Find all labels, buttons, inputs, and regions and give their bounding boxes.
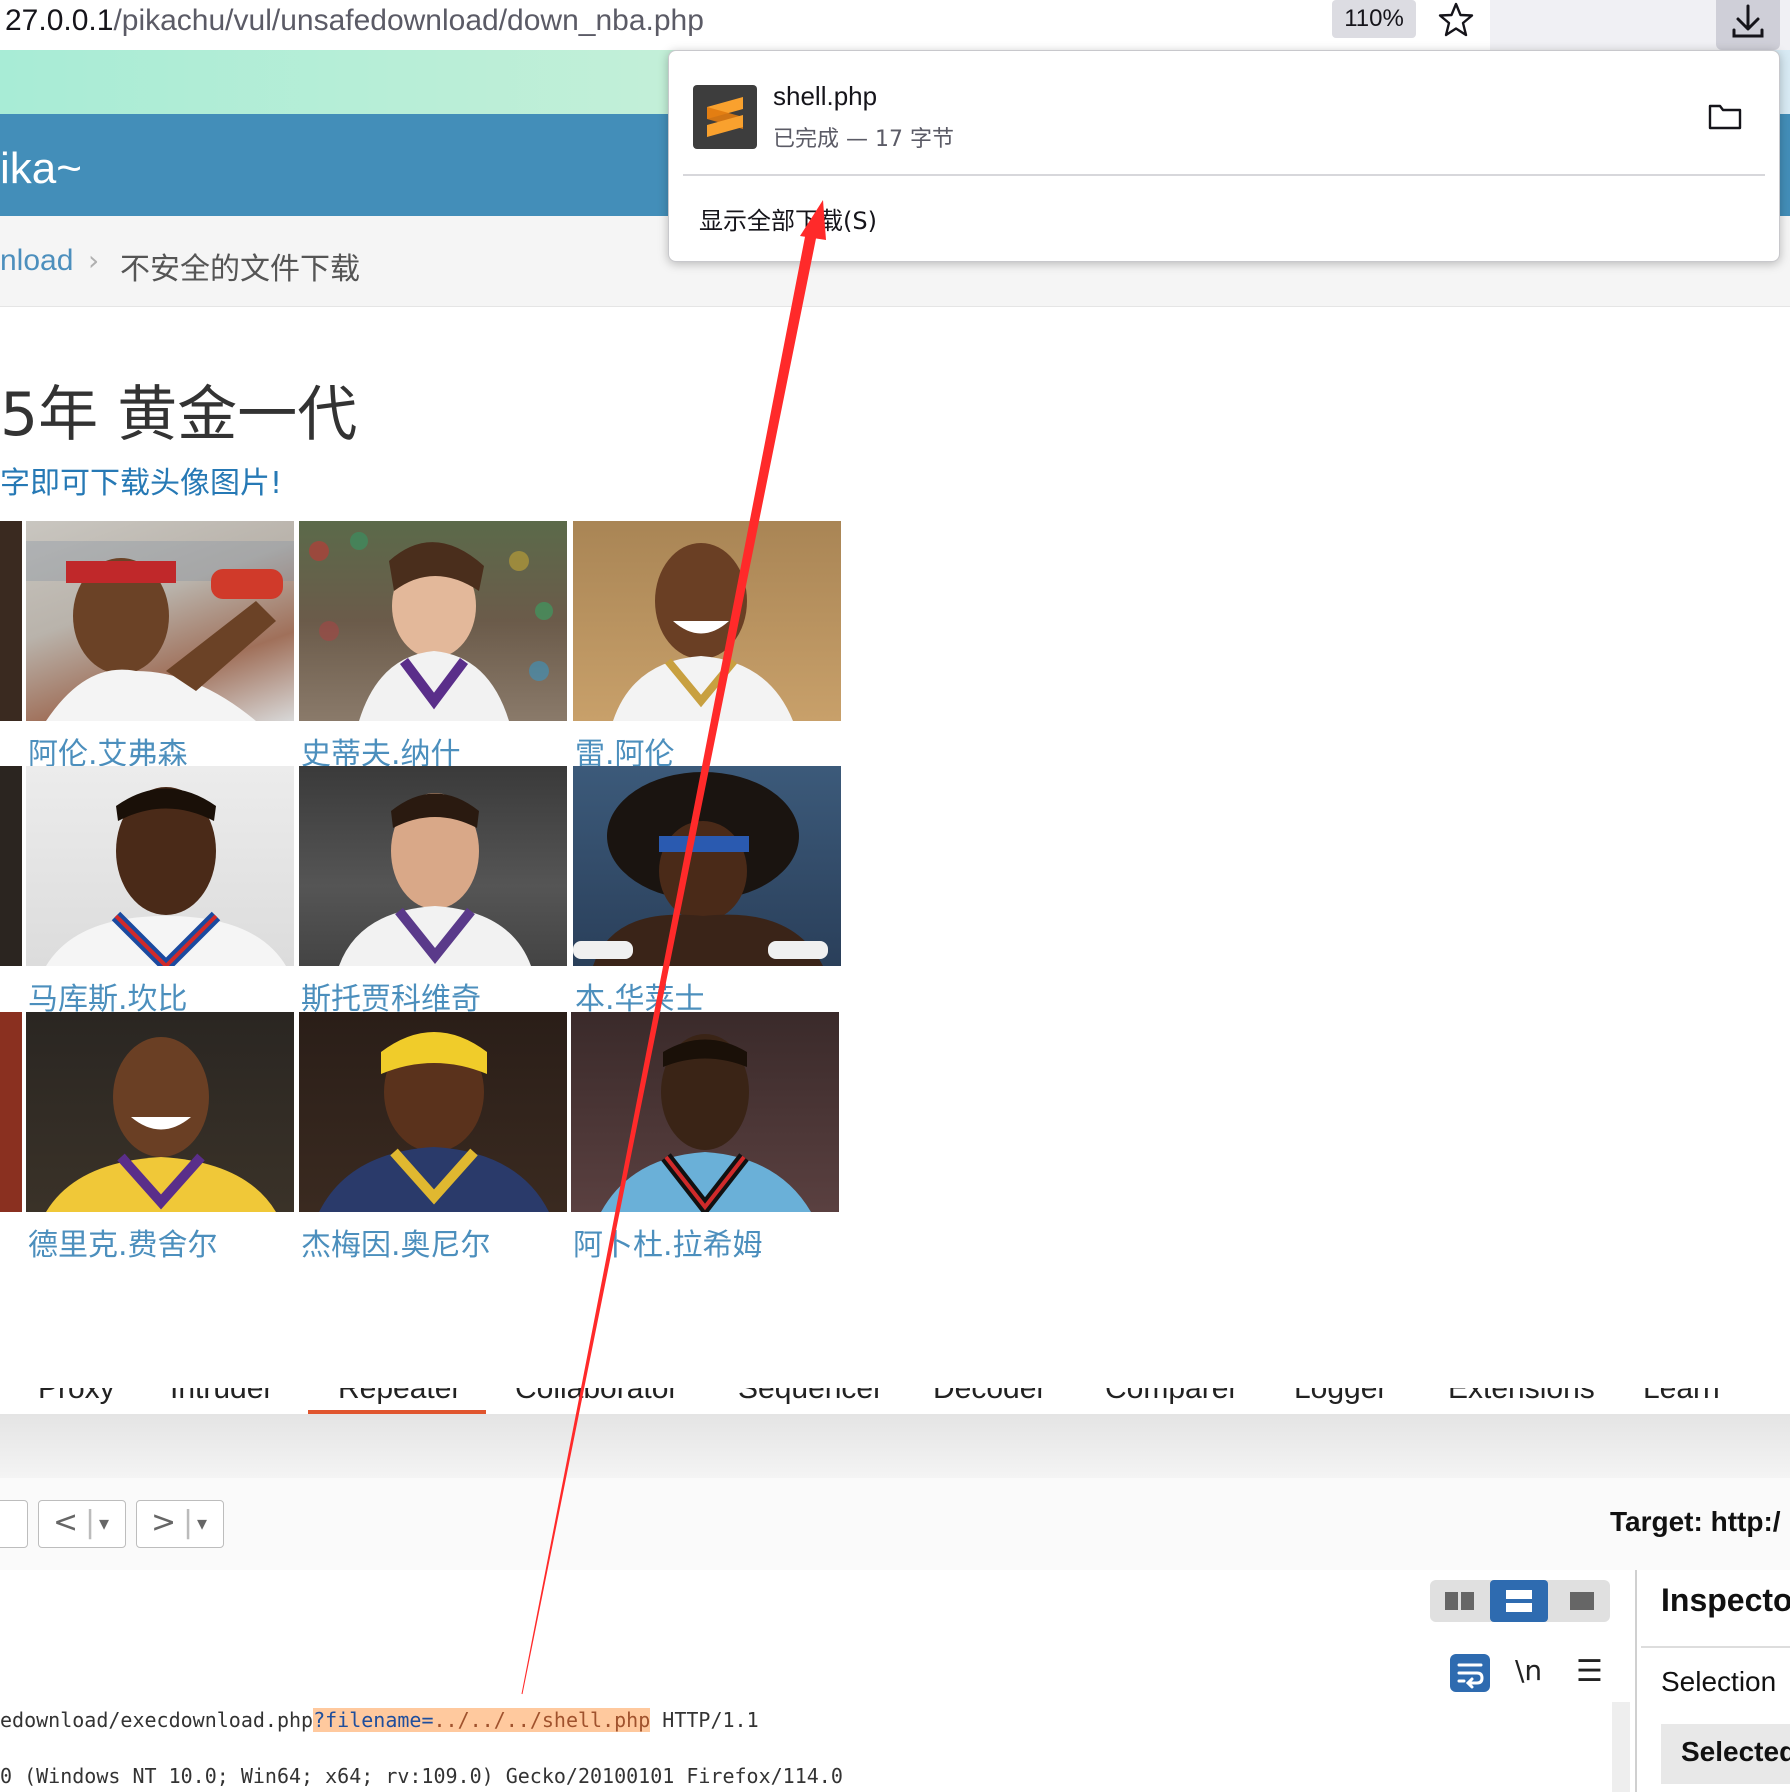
breadcrumb-chevron-icon: › <box>88 244 100 277</box>
user-agent-header[interactable]: 0 (Windows NT 10.0; Win64; x64; rv:109.0… <box>0 1764 843 1788</box>
repeater-toolbar: < | ▾ > | ▾ Target: http:/ <box>0 1478 1790 1571</box>
tab-sequencer[interactable]: Sequencer <box>738 1388 883 1406</box>
inspector-selected-label: Selected <box>1681 1736 1790 1767</box>
dropdown-arrow-icon[interactable]: ▾ <box>99 1501 109 1545</box>
url-path: /pikachu/vul/unsafedownload/down_nba.php <box>113 4 704 37</box>
request-path: edownload/execdownload.php <box>0 1708 314 1732</box>
tab-repeater[interactable]: Repeater <box>338 1388 461 1406</box>
player-photo-partial[interactable] <box>0 1012 22 1212</box>
download-file-name[interactable]: shell.php <box>773 81 877 112</box>
tab-logger[interactable]: Logger <box>1294 1388 1387 1406</box>
request-editor[interactable]: \n ☰ edownload/execdownload.php?filename… <box>0 1570 1635 1792</box>
player-photo[interactable] <box>26 1012 294 1212</box>
player-photo[interactable] <box>26 766 294 966</box>
player-photo[interactable] <box>573 766 841 966</box>
layout-toggle <box>1430 1580 1610 1622</box>
breadcrumb-parent-link[interactable]: nload <box>0 244 73 278</box>
tab-learn[interactable]: Learn <box>1643 1388 1720 1406</box>
folder-icon[interactable] <box>1707 99 1743 133</box>
chevron-left-icon: < <box>53 1505 79 1540</box>
menu-icon[interactable]: ☰ <box>1576 1654 1603 1689</box>
inspector-title: Inspecto <box>1661 1582 1790 1618</box>
split-vertical-icon[interactable] <box>1490 1580 1548 1622</box>
history-forward-button[interactable]: > | ▾ <box>136 1500 224 1548</box>
brand-title[interactable]: ika~ <box>0 144 82 194</box>
zoom-level-button[interactable]: 110% <box>1332 0 1416 38</box>
player-photo-partial[interactable] <box>0 766 22 966</box>
editor-scrollbar[interactable] <box>1612 1702 1630 1792</box>
burp-tab-bar: Proxy Intruder Repeater Collaborator Seq… <box>0 1388 1790 1415</box>
repeater-subtab-bar <box>0 1414 1790 1479</box>
single-pane-icon[interactable] <box>1568 1590 1596 1612</box>
inspector-selection-label[interactable]: Selection <box>1661 1666 1776 1698</box>
url-host: 27.0.0.1 <box>5 4 114 37</box>
request-line[interactable]: edownload/execdownload.php?filename=../.… <box>0 1708 759 1732</box>
page-title: 5年 黄金一代 <box>0 380 358 450</box>
player-photo-partial[interactable] <box>0 521 22 721</box>
dropdown-arrow-icon[interactable]: ▾ <box>197 1501 207 1545</box>
player-photo[interactable] <box>299 521 567 721</box>
download-hint: 字即可下载头像图片! <box>0 466 283 501</box>
tab-extensions[interactable]: Extensions <box>1448 1388 1595 1406</box>
send-button-partial[interactable] <box>0 1500 28 1548</box>
player-photo[interactable] <box>26 521 294 721</box>
show-all-downloads-button[interactable]: 显示全部下载(S) <box>699 201 877 236</box>
chevron-right-icon: > <box>151 1505 177 1540</box>
tab-collaborator[interactable]: Collaborator <box>515 1388 678 1406</box>
show-newlines-toggle[interactable]: \n <box>1515 1654 1542 1687</box>
download-icon <box>1732 4 1764 38</box>
breadcrumb-current: 不安全的文件下载 <box>120 252 360 287</box>
tab-comparer[interactable]: Comparer <box>1105 1388 1238 1406</box>
inspector-divider <box>1641 1646 1790 1648</box>
downloads-button[interactable] <box>1716 0 1780 50</box>
player-name-link[interactable]: 阿卜杜.拉希姆 <box>573 1220 763 1264</box>
param-value: ../../../shell.php <box>433 1708 651 1732</box>
tab-intruder[interactable]: Intruder <box>170 1388 273 1406</box>
sublime-text-icon <box>693 85 757 149</box>
split-horizontal-icon[interactable] <box>1444 1590 1476 1612</box>
target-label[interactable]: Target: http:/ <box>1610 1506 1781 1538</box>
url-field[interactable]: 27.0.0.1/pikachu/vul/unsafedownload/down… <box>0 0 1490 50</box>
browser-toolbar: 27.0.0.1/pikachu/vul/unsafedownload/down… <box>0 0 1790 50</box>
download-status: 已完成 — 17 字节 <box>773 127 954 152</box>
inspector-panel: Inspecto Selection Selected <box>1635 1570 1790 1792</box>
player-name-link[interactable]: 德里克.费舍尔 <box>28 1220 218 1264</box>
player-name-link[interactable]: 杰梅因.奥尼尔 <box>301 1220 491 1264</box>
tab-decoder[interactable]: Decoder <box>933 1388 1046 1406</box>
player-photo[interactable] <box>573 521 841 721</box>
player-photo[interactable] <box>571 1012 839 1212</box>
history-back-button[interactable]: < | ▾ <box>38 1500 126 1548</box>
http-version: HTTP/1.1 <box>650 1708 759 1732</box>
player-photo[interactable] <box>299 1012 567 1212</box>
player-photo[interactable] <box>299 766 567 966</box>
word-wrap-icon[interactable] <box>1450 1654 1490 1692</box>
downloads-panel: shell.php 已完成 — 17 字节 显示全部下载(S) <box>668 50 1780 262</box>
url-text[interactable]: 27.0.0.1/pikachu/vul/unsafedownload/down… <box>5 4 704 38</box>
panel-divider <box>683 174 1765 176</box>
param-name: filename <box>325 1708 422 1732</box>
query-param-highlight: ?filename=../../../shell.php <box>313 1708 651 1732</box>
bookmark-star-icon[interactable] <box>1434 0 1478 40</box>
inspector-selected-section[interactable]: Selected <box>1661 1724 1790 1784</box>
tab-proxy[interactable]: Proxy <box>38 1388 115 1406</box>
